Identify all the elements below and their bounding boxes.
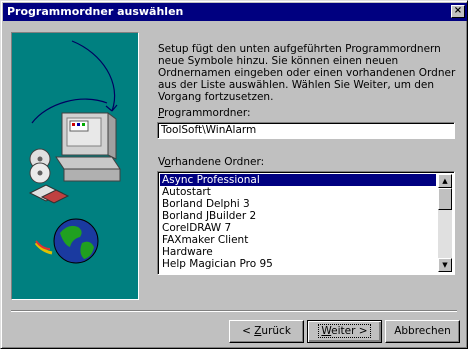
title-bar[interactable]: Programmordner auswählen ×	[3, 3, 467, 21]
cancel-button[interactable]: Abbrechen	[385, 320, 460, 343]
setup-dialog: Programmordner auswählen × Setup fügt de…	[0, 0, 468, 349]
next-label-post: eiter >	[331, 325, 368, 337]
list-item[interactable]: FAXmaker Client	[160, 234, 436, 246]
list-item[interactable]: CorelDRAW 7	[160, 222, 436, 234]
list-item[interactable]: Autostart	[160, 186, 436, 198]
existing-folders-label: Vorhandene Ordner:	[158, 156, 264, 168]
existing-folders-list[interactable]: Async Professional Autostart Borland Del…	[157, 171, 455, 275]
setup-illustration	[11, 32, 139, 300]
program-folder-label-post: rogrammordner:	[164, 107, 251, 119]
list-item[interactable]: Hardware	[160, 246, 436, 258]
close-button[interactable]: ×	[451, 5, 465, 18]
computer-globe-illustration	[28, 40, 121, 264]
back-button[interactable]: < Zurück	[229, 320, 304, 343]
existing-folders-label-post: rhandene Ordner:	[170, 156, 265, 168]
arrow-down-icon: ▼	[442, 261, 448, 269]
scroll-thumb[interactable]	[438, 188, 452, 210]
list-item[interactable]: Help Magician Pro 95	[160, 258, 436, 270]
scroll-down-button[interactable]: ▼	[438, 258, 452, 272]
list-item[interactable]: Borland JBuilder 2	[160, 210, 436, 222]
program-folder-input[interactable]: ToolSoft\WinAlarm	[157, 122, 455, 139]
vertical-scrollbar[interactable]: ▲ ▼	[438, 174, 452, 272]
next-label-key: W	[321, 325, 332, 337]
arrow-up-icon: ▲	[442, 177, 448, 185]
next-label: Weiter >	[318, 324, 371, 338]
next-button[interactable]: Weiter >	[307, 320, 382, 343]
program-folder-label: Programmordner:	[158, 107, 251, 119]
back-label-pre: <	[242, 325, 255, 337]
scroll-up-button[interactable]: ▲	[438, 174, 452, 188]
instructions-text: Setup fügt den unten aufgeführten Progra…	[158, 43, 456, 103]
separator	[11, 310, 457, 312]
folder-items: Async Professional Autostart Borland Del…	[160, 174, 436, 270]
list-item[interactable]: Borland Delphi 3	[160, 198, 436, 210]
list-item[interactable]: Async Professional	[160, 174, 436, 186]
back-label-post: urück	[261, 325, 291, 337]
window-title: Programmordner auswählen	[7, 5, 184, 18]
